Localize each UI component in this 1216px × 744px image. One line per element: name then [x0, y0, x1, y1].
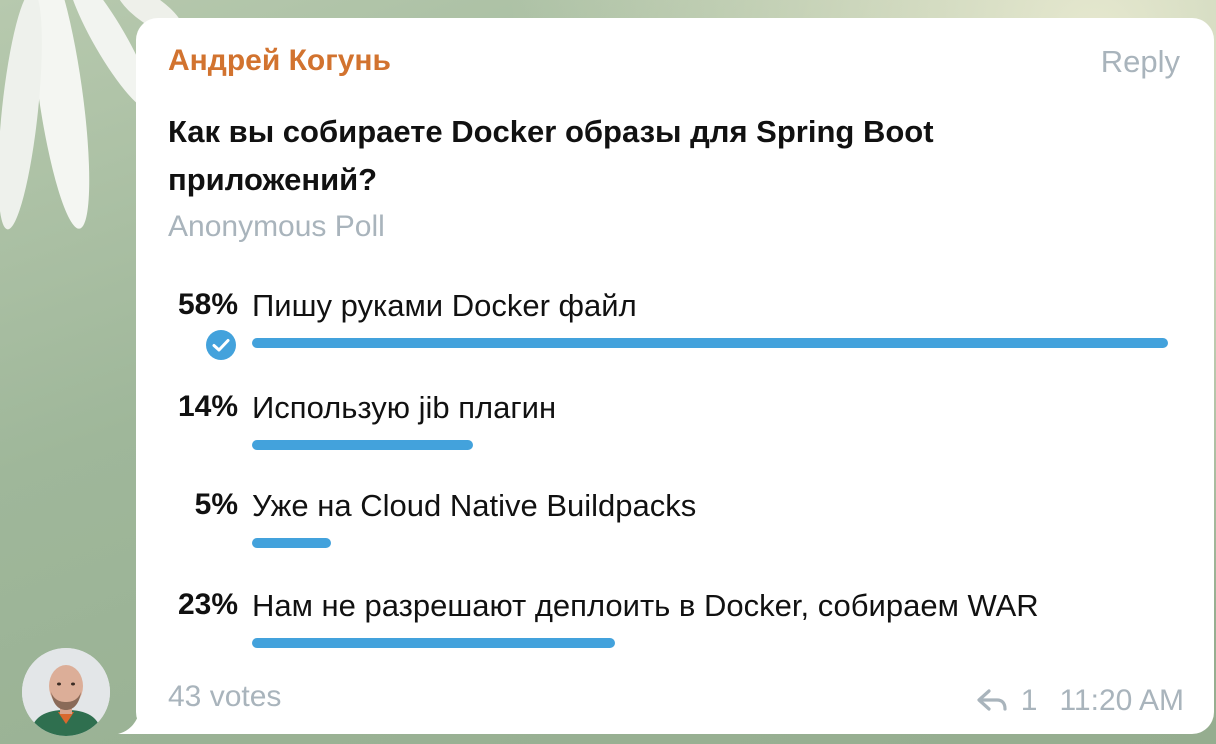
poll-question: Как вы собираете Docker образы для Sprin…: [168, 114, 934, 197]
poll-option[interactable]: 23% Нам не разрешают деплоить в Docker, …: [136, 588, 1214, 678]
poll-type-label: Anonymous Poll: [168, 210, 385, 243]
poll-option[interactable]: 58% Пишу руками Docker файл: [136, 288, 1214, 378]
option-text: Нам не разрешают деплоить в Docker, соби…: [252, 588, 1039, 623]
option-bar: [252, 538, 331, 548]
option-text: Пишу руками Docker файл: [252, 288, 637, 323]
message-meta: 1 11:20 AM: [975, 684, 1184, 718]
check-circle-icon: [206, 330, 236, 360]
option-percent: 58%: [177, 288, 238, 321]
option-percent: 23%: [177, 588, 238, 621]
avatar-image: [22, 648, 110, 736]
option-text: Уже на Cloud Native Buildpacks: [252, 488, 697, 523]
option-percent: 5%: [194, 488, 238, 521]
option-bar: [252, 638, 615, 648]
reply-arrow-icon[interactable]: [975, 688, 1009, 714]
replies-count[interactable]: 1: [1021, 684, 1038, 718]
poll-option[interactable]: 14% Использую jib плагин: [136, 390, 1214, 480]
option-text: Использую jib плагин: [252, 390, 557, 425]
option-bar-track: [252, 440, 1168, 450]
option-bar-track: [252, 338, 1168, 348]
author-name[interactable]: Андрей Когунь: [168, 44, 391, 78]
votes-count[interactable]: 43 votes: [168, 680, 281, 714]
option-bar: [252, 338, 1168, 348]
avatar[interactable]: [22, 648, 110, 736]
option-bar-track: [252, 638, 1168, 648]
reply-button[interactable]: Reply: [1101, 44, 1180, 80]
poll-message-bubble: Андрей Когунь Reply Как вы собираете Doc…: [136, 18, 1214, 734]
option-bar: [252, 440, 473, 450]
poll-option[interactable]: 5% Уже на Cloud Native Buildpacks: [136, 488, 1214, 578]
option-percent: 14%: [177, 390, 238, 423]
option-bar-track: [252, 538, 1168, 548]
message-time: 11:20 AM: [1059, 684, 1184, 717]
